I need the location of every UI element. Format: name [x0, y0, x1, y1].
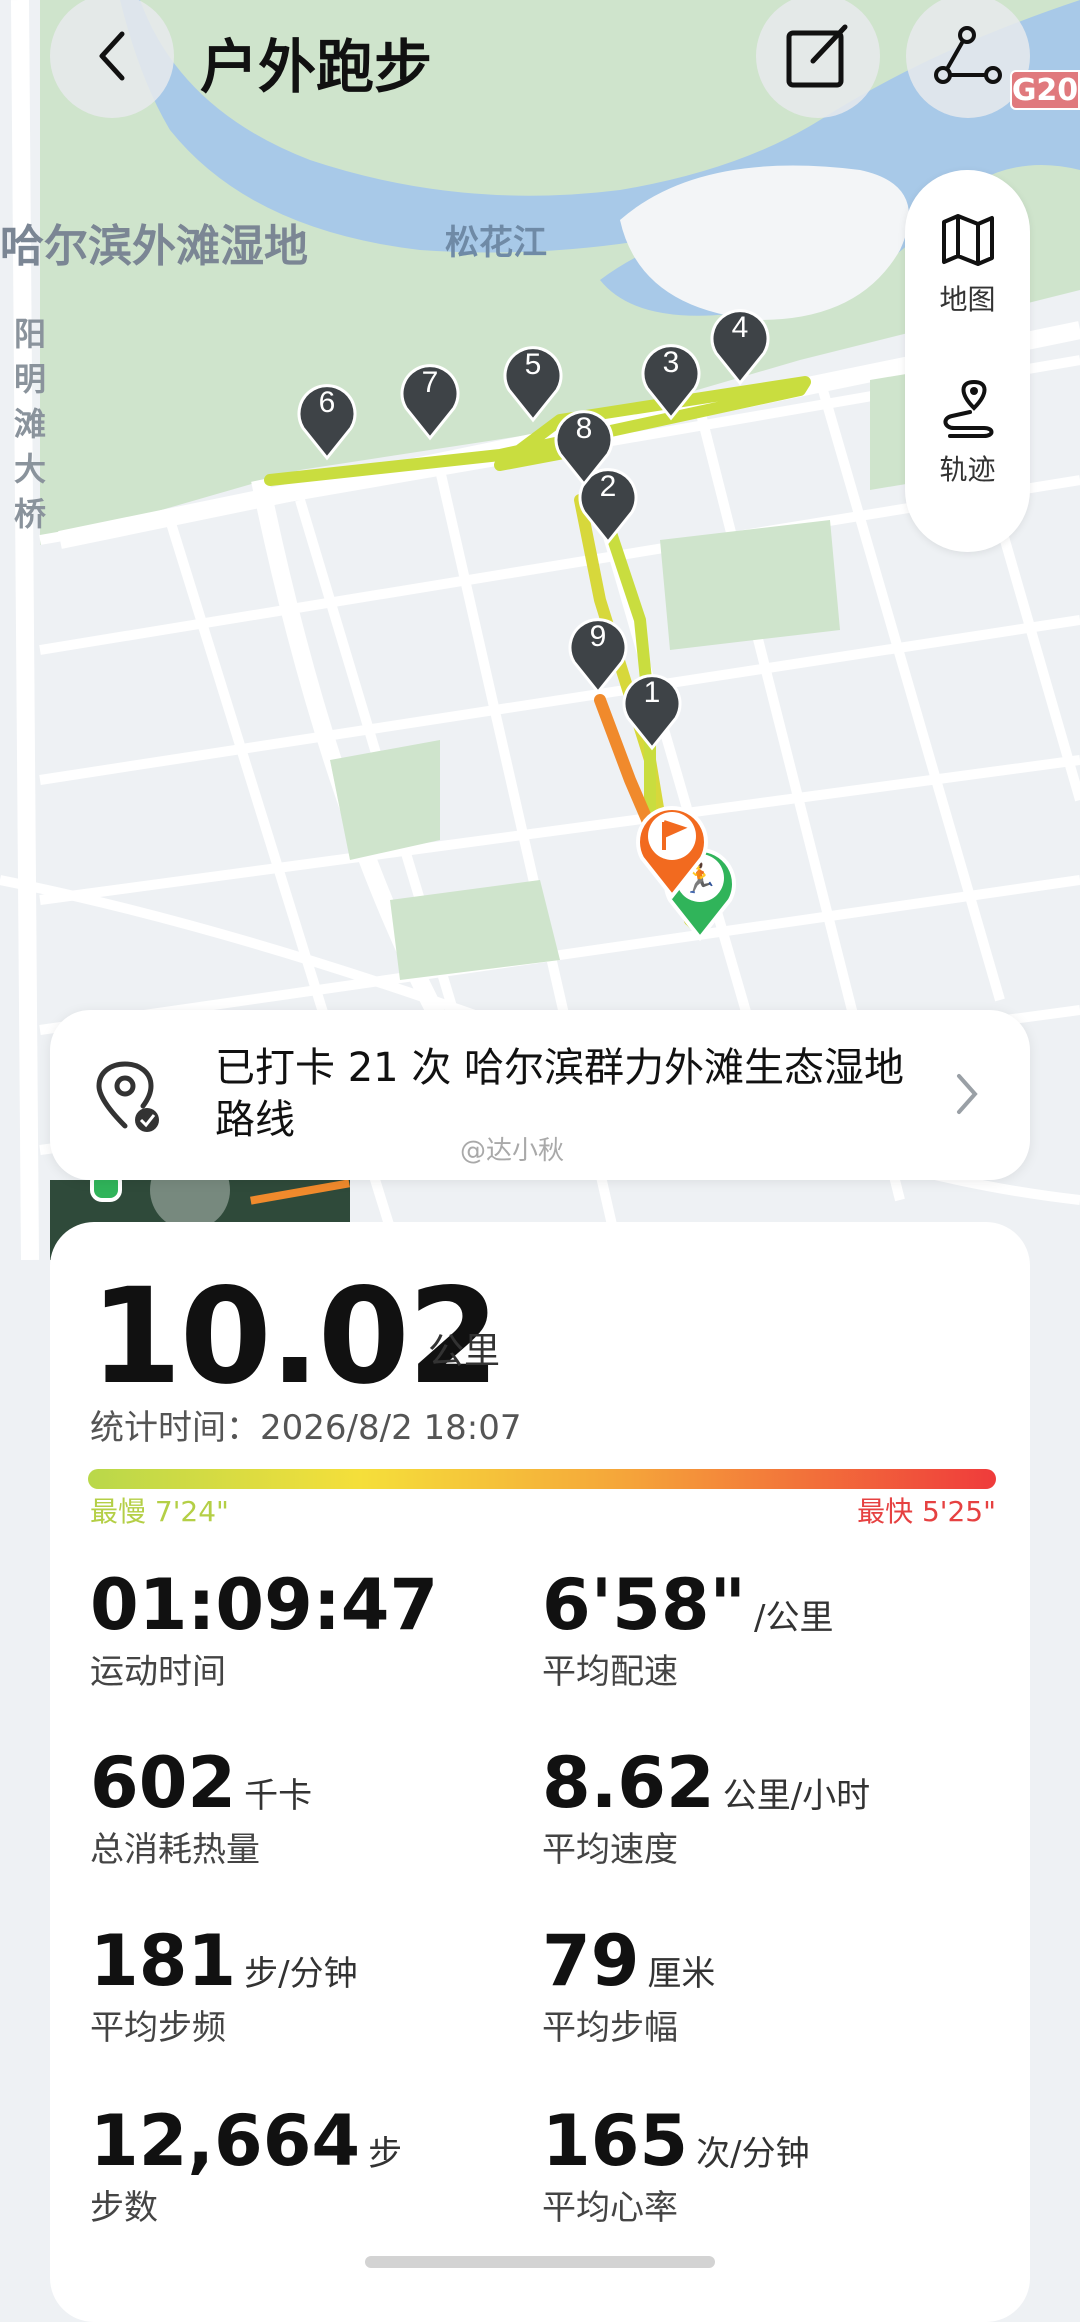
chevron-right-icon: [957, 1074, 978, 1114]
page-title: 户外跑步: [200, 33, 433, 101]
metric-value: 602: [90, 1742, 237, 1824]
map-label-river: 松花江: [445, 223, 547, 263]
metric-unit: 步: [368, 2134, 403, 2174]
metric-unit: 厘米: [647, 1954, 716, 1994]
svg-text:1: 1: [644, 676, 661, 709]
metric-label: 总消耗热量: [90, 1830, 260, 1870]
metric-unit: 公里/小时: [722, 1776, 871, 1816]
map-mode-label: 地图: [939, 283, 996, 316]
svg-text:2: 2: [600, 470, 617, 503]
watermark: @达小秋: [460, 1136, 565, 1166]
edit-icon: [786, 24, 848, 88]
metric-label: 运动时间: [90, 1652, 226, 1692]
metric-duration: 01:09:47 运动时间: [90, 1564, 446, 1693]
svg-text:7: 7: [422, 366, 439, 399]
metric-value: 181: [90, 1920, 237, 2002]
park-patch: [660, 520, 840, 650]
metric-value: 165: [542, 2100, 689, 2182]
thumb-start-dot: [90, 1180, 122, 1202]
metric-label: 平均速度: [542, 1830, 678, 1870]
distance-unit: 公里: [428, 1331, 501, 1372]
fastest-pace: 最快 5'25": [857, 1495, 996, 1528]
track-icon: [943, 379, 993, 438]
slowest-pace: 最慢 7'24": [90, 1495, 229, 1528]
track-mode-button[interactable]: 轨迹: [905, 378, 1030, 488]
metric-label: 步数: [90, 2188, 158, 2228]
metric-steps: 12,664 步 步数: [90, 2100, 402, 2229]
pace-gradient-bar: [88, 1469, 996, 1489]
map-side-panel: 地图 轨迹: [905, 170, 1030, 552]
stat-time: 统计时间：2026/8/2 18:07: [90, 1408, 522, 1448]
map-label-bridge: 阳明滩大桥: [14, 315, 47, 533]
share-route-icon: [934, 26, 1002, 84]
svg-text:6: 6: [319, 386, 336, 419]
svg-text:5: 5: [525, 348, 542, 381]
metric-label: 平均步频: [90, 2008, 226, 2048]
track-mode-label: 轨迹: [939, 453, 996, 486]
road-badge-g20: G20: [1010, 70, 1080, 110]
map-icon: [941, 214, 994, 266]
metric-stride: 79 厘米 平均步幅: [542, 1920, 715, 2049]
stats-card: 10.02 公里 统计时间：2026/8/2 18:07 最慢 7'24" 最快…: [50, 1222, 1030, 2322]
metric-unit: 千卡: [244, 1776, 313, 1816]
park-patch: [330, 740, 440, 860]
svg-text:9: 9: [590, 620, 607, 653]
metric-label: 平均心率: [542, 2188, 678, 2228]
metric-unit: /公里: [754, 1598, 834, 1638]
svg-text:3: 3: [663, 346, 680, 379]
metric-value: 79: [542, 1920, 640, 2002]
location-check-icon: [96, 1061, 159, 1132]
metric-cadence: 181 步/分钟 平均步频: [90, 1920, 358, 2049]
metric-value: 12,664: [90, 2100, 361, 2182]
thumb-route: [250, 1180, 350, 1205]
metric-label: 平均步幅: [542, 2008, 678, 2048]
metric-value: 01:09:47: [90, 1564, 439, 1646]
metric-value: 6'58": [542, 1564, 747, 1646]
metric-unit: 步/分钟: [244, 1954, 358, 1994]
map-mode-button[interactable]: 地图: [905, 212, 1030, 318]
svg-text:8: 8: [576, 412, 593, 445]
route-checkin-text: 已打卡 21 次 哈尔滨群力外滩生态湿地路线: [215, 1045, 905, 1143]
metric-unit: 次/分钟: [696, 2134, 810, 2174]
map-label-wetland: 哈尔滨外滩湿地: [0, 221, 308, 272]
metric-heart-rate: 165 次/分钟 平均心率: [542, 2100, 810, 2229]
home-indicator[interactable]: [365, 2256, 715, 2268]
svg-text:4: 4: [732, 311, 749, 344]
metric-calories: 602 千卡 总消耗热量: [90, 1742, 312, 1871]
chevron-left-icon: [99, 31, 125, 81]
metric-avg-pace: 6'58"/公里 平均配速: [542, 1564, 834, 1693]
metric-label: 平均配速: [542, 1652, 678, 1692]
metric-value: 8.62: [542, 1742, 715, 1824]
metric-avg-speed: 8.62 公里/小时 平均速度: [542, 1742, 870, 1871]
